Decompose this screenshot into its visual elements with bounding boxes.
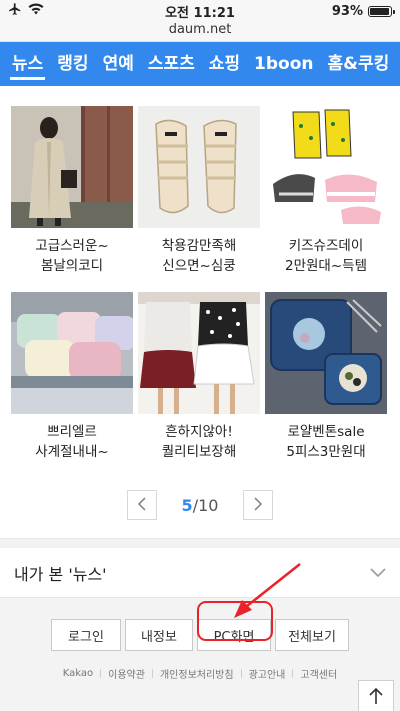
tab-shopping[interactable]: 쇼핑	[209, 42, 240, 86]
caption-line1: 쁘리엘르	[47, 424, 97, 440]
tab-ranking[interactable]: 랭킹	[57, 42, 88, 86]
product-caption: 고급스러운~ 봄날의코디	[10, 236, 134, 276]
support-link[interactable]: 고객센터	[300, 666, 337, 681]
section-divider	[0, 538, 400, 548]
airplane-icon	[8, 2, 22, 20]
product-item[interactable]: 키즈슈즈데이 2만원대~득템	[264, 106, 388, 292]
status-time: 오전 11:21	[165, 5, 235, 21]
pillows-photo[interactable]	[11, 292, 133, 414]
caption-line2: 사계절내내~	[35, 444, 109, 460]
trench-coat-photo[interactable]	[11, 106, 133, 228]
tab-1boon[interactable]: 1boon	[254, 42, 313, 86]
battery-percent: 93%	[331, 3, 363, 19]
caption-line2: 2만원대~득템	[284, 258, 367, 274]
footer-links: Kakao 이용약관 개인정보처리방침 광고안내 고객센터	[0, 666, 400, 681]
recent-viewed-title: 내가 본 '뉴스'	[14, 564, 107, 584]
arrow-up-icon	[368, 687, 384, 709]
caption-line2: 퀄리티보장해	[161, 444, 237, 460]
link-separator	[100, 669, 102, 678]
battery-icon	[368, 5, 395, 17]
product-caption: 로얄벤톤sale 5피스3만원대	[264, 422, 388, 462]
status-left	[8, 2, 118, 20]
caption-line1: 키즈슈즈데이	[288, 238, 364, 254]
caption-line1: 로얄벤톤sale	[287, 424, 365, 440]
category-nav: 뉴스 랭킹 연예 스포츠 쇼핑 1boon 홈&쿠킹 스	[0, 42, 400, 86]
current-page: 5	[181, 495, 193, 515]
caption-line2: 5피스3만원대	[286, 444, 366, 460]
total-pages: /10	[192, 495, 219, 515]
product-item[interactable]: 흔하지않아! 퀄리티보장해	[137, 292, 261, 478]
product-caption: 착용감만족해 신으면~심쿵	[137, 236, 261, 276]
product-caption: 키즈슈즈데이 2만원대~득템	[264, 236, 388, 276]
tab-home-cooking[interactable]: 홈&쿠킹	[328, 42, 390, 86]
battery-fill	[370, 7, 389, 15]
privacy-link[interactable]: 개인정보처리방침	[160, 666, 234, 681]
kakao-link[interactable]: Kakao	[63, 668, 93, 679]
terms-link[interactable]: 이용약관	[108, 666, 145, 681]
annotation-arrow-icon	[234, 563, 301, 618]
product-item[interactable]: 착용감만족해 신으면~심쿵	[137, 106, 261, 292]
link-separator	[151, 669, 153, 678]
link-separator	[240, 669, 242, 678]
caption-line1: 착용감만족해	[161, 238, 237, 254]
wifi-icon	[28, 3, 44, 19]
caption-line2: 신으면~심쿵	[162, 258, 236, 274]
recent-viewed-section[interactable]: 내가 본 '뉴스'	[0, 548, 400, 598]
product-item[interactable]: 쁘리엘르 사계절내내~	[10, 292, 134, 478]
tab-news[interactable]: 뉴스	[9, 42, 46, 86]
status-right: 93%	[282, 3, 395, 19]
product-item[interactable]: 고급스러운~ 봄날의코디	[10, 106, 134, 292]
tab-sports[interactable]: 스포츠	[148, 42, 195, 86]
product-caption: 흔하지않아! 퀄리티보장해	[137, 422, 261, 462]
product-item[interactable]: 로얄벤톤sale 5피스3만원대	[264, 292, 388, 478]
caption-line1: 흔하지않아!	[165, 424, 233, 440]
ads-link[interactable]: 광고안내	[249, 666, 286, 681]
woven-sandals-photo[interactable]	[138, 106, 260, 228]
chevron-right-icon	[252, 496, 264, 515]
chevron-down-icon[interactable]	[370, 563, 386, 582]
lace-skirt-photo[interactable]	[138, 292, 260, 414]
kids-shoes-photo[interactable]	[265, 106, 387, 228]
status-bar: 오전 11:21 93%	[0, 0, 400, 22]
prev-page-button[interactable]	[127, 490, 157, 520]
tab-entertainment[interactable]: 연예	[103, 42, 134, 86]
next-page-button[interactable]	[243, 490, 273, 520]
link-separator	[292, 669, 294, 678]
blue-plates-photo[interactable]	[265, 292, 387, 414]
caption-line2: 봄날의코디	[40, 258, 104, 274]
scroll-top-button[interactable]	[358, 680, 394, 711]
page-indicator: 5/10	[175, 496, 225, 515]
pagination: 5/10	[0, 488, 400, 522]
product-caption: 쁘리엘르 사계절내내~	[10, 422, 134, 462]
login-button[interactable]: 로그인	[51, 619, 121, 651]
chevron-left-icon	[136, 496, 148, 515]
caption-line1: 고급스러운~	[35, 238, 109, 254]
my-info-button[interactable]: 내정보	[125, 619, 193, 651]
product-grid: 고급스러운~ 봄날의코디 착용감만족해 신으면~심쿵 키즈슈즈데이 2만원대~득…	[0, 86, 400, 478]
url-bar[interactable]: daum.net	[0, 22, 400, 42]
